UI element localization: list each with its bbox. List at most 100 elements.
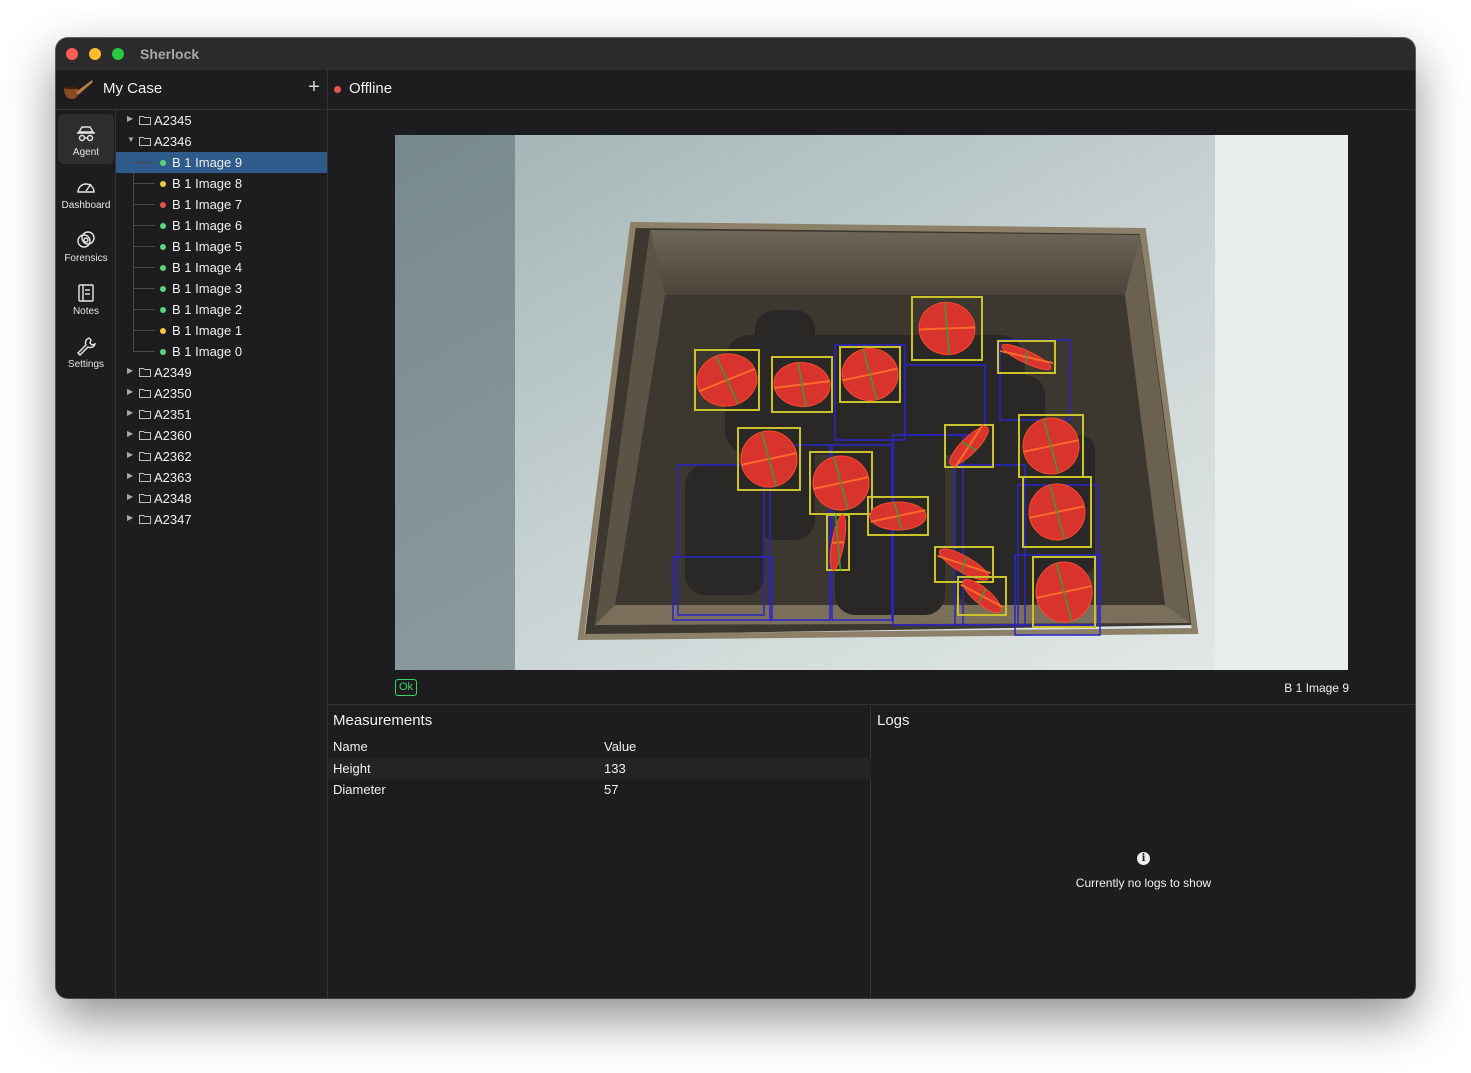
tree-folder[interactable]: ▶ A2345 [116, 110, 327, 131]
logs-title: Logs [877, 712, 910, 729]
tree-connector [133, 246, 155, 247]
tree-image-item[interactable]: B 1 Image 1 [116, 320, 327, 341]
folder-label: A2360 [154, 428, 192, 443]
tree-folder[interactable]: ▶ A2347 [116, 509, 327, 530]
expand-arrow-icon[interactable]: ▶ [127, 408, 133, 417]
tree-folder[interactable]: ▶ A2363 [116, 467, 327, 488]
folder-label: A2350 [154, 386, 192, 401]
tree-image-item[interactable]: B 1 Image 0 [116, 341, 327, 362]
expand-arrow-icon[interactable]: ▶ [127, 513, 133, 522]
nav-label-agent: Agent [72, 147, 100, 158]
folder-label: A2346 [154, 134, 192, 149]
header-row: My Case + Offline [56, 70, 1415, 110]
image-label: B 1 Image 6 [172, 218, 243, 233]
nav-label-forensics: Forensics [64, 253, 108, 264]
tree-connector [133, 309, 155, 310]
expand-arrow-icon[interactable]: ▶ [127, 492, 133, 501]
tree-folder[interactable]: ▶ A2362 [116, 446, 327, 467]
tree-image-item[interactable]: B 1 Image 3 [116, 278, 327, 299]
tree-folder[interactable]: ▶ A2360 [116, 425, 327, 446]
image-label: B 1 Image 5 [172, 239, 243, 254]
column-header-name: Name [333, 739, 368, 754]
close-window-button[interactable] [66, 48, 78, 60]
folder-label: A2351 [154, 407, 192, 422]
folder-label: A2345 [154, 113, 192, 128]
nav-label-dashboard: Dashboard [61, 200, 111, 211]
inspection-image[interactable] [395, 135, 1348, 670]
folder-label: A2363 [154, 470, 192, 485]
tree-connector [133, 330, 155, 331]
image-label: B 1 Image 4 [172, 260, 243, 275]
add-case-button[interactable]: + [304, 77, 324, 98]
table-row[interactable]: Diameter 57 [328, 779, 871, 800]
image-caption: B 1 Image 9 [1284, 681, 1349, 695]
status-badge: Ok [395, 679, 418, 696]
nav-settings[interactable]: Settings [58, 326, 114, 376]
tree-connector [133, 225, 155, 226]
nav-label-notes: Notes [72, 306, 100, 317]
measurement-value: 57 [604, 782, 619, 797]
tree-connector [133, 162, 155, 163]
tree-image-item[interactable]: B 1 Image 5 [116, 236, 327, 257]
status-dot [160, 223, 166, 229]
nav-sidebar: Agent Dashboard Forensics Notes Settings [56, 110, 116, 998]
image-label: B 1 Image 7 [172, 197, 243, 212]
folder-icon [139, 410, 151, 419]
case-header: My Case + [56, 70, 328, 109]
dashboard-icon [77, 183, 95, 193]
title-bar: Sherlock [56, 38, 1415, 70]
image-label: B 1 Image 0 [172, 344, 243, 359]
folder-icon [139, 368, 151, 377]
tree-folder[interactable]: ▶ A2350 [116, 383, 327, 404]
tree-image-item[interactable]: B 1 Image 8 [116, 173, 327, 194]
tree-connector [133, 267, 155, 268]
tree-folder[interactable]: ▶ A2349 [116, 362, 327, 383]
maximize-window-button[interactable] [112, 48, 124, 60]
agent-icon [77, 126, 95, 142]
main-panel: Ok B 1 Image 9 Measurements Name Value H… [328, 110, 1415, 998]
column-header-value: Value [604, 739, 637, 754]
tree-image-item[interactable]: B 1 Image 2 [116, 299, 327, 320]
tree-folder[interactable]: ▶ A2351 [116, 404, 327, 425]
tree-image-item[interactable]: B 1 Image 9 [116, 152, 327, 173]
status-dot [160, 307, 166, 313]
tree-image-item[interactable]: B 1 Image 6 [116, 215, 327, 236]
nav-dashboard[interactable]: Dashboard [58, 167, 114, 217]
measurement-value: 133 [604, 761, 626, 776]
nav-notes[interactable]: Notes [58, 273, 114, 323]
connection-status: Offline [349, 80, 393, 97]
status-indicator [334, 86, 341, 93]
nav-agent[interactable]: Agent [58, 114, 114, 164]
status-dot [160, 286, 166, 292]
table-row[interactable]: Height 133 [328, 758, 871, 779]
folder-icon [139, 116, 151, 125]
measurements-panel: Measurements Name Value Height 133 Diame… [328, 706, 871, 998]
tree-image-item[interactable]: B 1 Image 4 [116, 257, 327, 278]
tree-connector [133, 288, 155, 289]
expand-arrow-icon[interactable]: ▶ [127, 450, 133, 459]
expand-arrow-icon[interactable]: ▶ [127, 429, 133, 438]
folder-icon [139, 494, 151, 503]
tree-image-item[interactable]: B 1 Image 7 [116, 194, 327, 215]
expand-arrow-icon[interactable]: ▶ [127, 114, 133, 123]
status-dot [160, 328, 166, 334]
measurement-name: Diameter [333, 782, 386, 797]
tree-folder[interactable]: ▶ A2348 [116, 488, 327, 509]
status-dot [160, 202, 166, 208]
expand-arrow-icon[interactable]: ▶ [127, 471, 133, 480]
window-title: Sherlock [140, 46, 200, 62]
minimize-window-button[interactable] [89, 48, 101, 60]
status-dot [160, 265, 166, 271]
tree-connector [133, 351, 155, 352]
expand-arrow-icon[interactable]: ▶ [127, 387, 133, 396]
settings-icon [77, 337, 97, 356]
image-viewer: Ok B 1 Image 9 [328, 110, 1415, 705]
nav-forensics[interactable]: Forensics [58, 220, 114, 270]
collapse-arrow-icon[interactable]: ▼ [127, 135, 135, 144]
folder-label: A2349 [154, 365, 192, 380]
expand-arrow-icon[interactable]: ▶ [127, 366, 133, 375]
folder-icon [139, 452, 151, 461]
measurements-header: Name Value [328, 736, 871, 757]
folder-icon [139, 515, 151, 524]
tree-folder-open[interactable]: ▼ A2346 [116, 131, 327, 152]
